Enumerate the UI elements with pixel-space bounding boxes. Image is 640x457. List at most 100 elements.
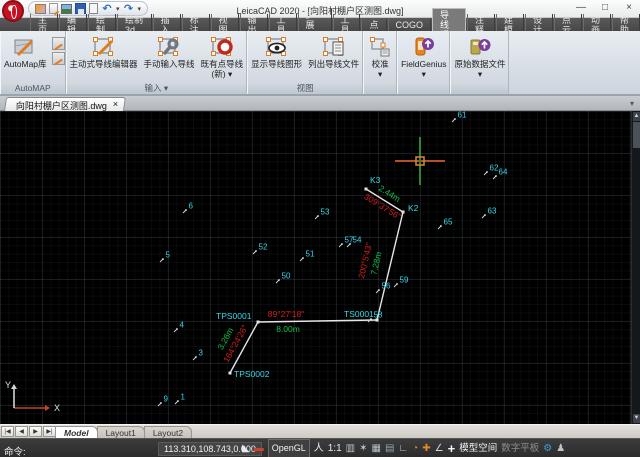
- user-icon[interactable]: ♟: [556, 440, 565, 457]
- ribbon-button-label: 主动式导线编辑器: [70, 60, 138, 70]
- point-dot: [317, 215, 319, 217]
- ribbon-button-traverse-edit[interactable]: 主动式导线编辑器: [67, 33, 141, 71]
- ribbon-minimize-icon[interactable]: ▾: [630, 99, 634, 108]
- layout-tab-model[interactable]: Model: [55, 426, 98, 438]
- ribbon-button-traverse-eye[interactable]: 显示导线图形: [248, 33, 305, 71]
- document-tab-close-icon[interactable]: ×: [113, 99, 118, 111]
- point-dot: [484, 214, 486, 216]
- ribbon-button-label: 显示导线图形: [251, 60, 302, 70]
- scroll-up-icon[interactable]: ▲: [633, 112, 640, 121]
- point-label: 53: [321, 208, 330, 217]
- traverse-node[interactable]: [257, 321, 260, 324]
- point-label: 63: [488, 207, 497, 216]
- point-label: 64: [499, 168, 508, 177]
- point-dot: [195, 356, 197, 358]
- marker-toggle-icon[interactable]: ▬: [254, 440, 264, 457]
- crosshair-icon[interactable]: +: [448, 440, 456, 457]
- ribbon-group-视图: 显示导线图形列出导线文件视图: [247, 31, 363, 94]
- model-space-label[interactable]: 模型空间: [459, 440, 497, 457]
- traverse-segment[interactable]: [377, 212, 403, 320]
- traverse-eye-icon: [264, 34, 290, 60]
- traverse-node[interactable]: [365, 188, 368, 191]
- command-prompt[interactable]: 命令:: [4, 444, 26, 457]
- annotation-scale[interactable]: 1:1: [328, 440, 342, 457]
- ribbon-button-label: 列出导线文件: [308, 60, 359, 70]
- ribbon-group-fieldgenius: FieldGenius ▾: [397, 31, 450, 94]
- ribbon-group-AutoMAP: AutoMap库 AutoMAP: [0, 31, 66, 94]
- vertical-scrollbar[interactable]: ▲ ▼: [631, 111, 640, 424]
- opengl-badge[interactable]: OpenGL: [268, 439, 310, 457]
- point-label: 6: [189, 202, 194, 211]
- ribbon-button-traverse-doc[interactable]: 列出导线文件: [305, 33, 362, 71]
- point-dot: [495, 175, 497, 177]
- app-logo-icon[interactable]: [2, 0, 24, 22]
- point-label: 50: [282, 272, 291, 281]
- ribbon-button-automap[interactable]: AutoMap库: [1, 33, 50, 71]
- minimize-button[interactable]: —: [574, 2, 588, 13]
- point-label: 65: [444, 218, 453, 227]
- traverse-ring-icon: [209, 34, 235, 60]
- time-icon[interactable]: ◔: [412, 440, 418, 457]
- ribbon-group-rawdata: 原始数据文件 ▾: [450, 31, 509, 94]
- scrollbar-thumb[interactable]: [633, 122, 640, 148]
- ucs-y-arrow-icon: [11, 384, 17, 389]
- point-dot: [176, 328, 178, 330]
- point-dot: [255, 250, 257, 252]
- ribbon-button-label: AutoMap库: [4, 60, 47, 70]
- ribbon-tab-bar: 主页编辑绘制绘制3d插入标注视图输出工具扩展工工具点COGO导线观注释建模设计点…: [0, 18, 640, 31]
- automap-small-icon[interactable]: [52, 52, 65, 65]
- ucs-y-label: Y: [5, 380, 11, 390]
- angle-annotation: 89°27'18": [268, 309, 304, 319]
- ribbon-button-label: 原始数据文件 ▾: [454, 60, 505, 79]
- ribbon-button-rawdata[interactable]: 原始数据文件 ▾: [451, 33, 508, 80]
- angle-icon[interactable]: ∠: [435, 440, 444, 457]
- traverse-node-label: TPS0002: [234, 369, 270, 379]
- draft-triangle-icon[interactable]: ◣: [242, 440, 250, 457]
- polar-icon[interactable]: ✶: [359, 440, 367, 457]
- point-label: 58: [374, 311, 383, 320]
- snap-icon[interactable]: ▥: [346, 440, 355, 457]
- ribbon-button-traverse-ring[interactable]: 既有点导线 (新) ▾: [198, 33, 247, 80]
- traverse-segment[interactable]: [258, 320, 377, 322]
- traverse-wrench-icon: [156, 34, 182, 60]
- point-label: 9: [164, 395, 169, 404]
- point-dot: [185, 209, 187, 211]
- grid-icon[interactable]: ▤: [385, 440, 394, 457]
- point-label: 3: [199, 349, 204, 358]
- automap-small-icon[interactable]: [52, 37, 65, 50]
- annotation-person-icon[interactable]: 人: [314, 440, 324, 457]
- ribbon-group-label: AutoMAP: [1, 82, 65, 94]
- automap-icon: [12, 34, 38, 60]
- document-tab[interactable]: 向阳村棚户区测图.dwg ×: [4, 97, 126, 111]
- point-dot: [177, 400, 179, 402]
- ortho-icon[interactable]: ∟: [398, 440, 408, 457]
- point-label: 54: [353, 236, 362, 245]
- drawing-canvas[interactable]: K3K2TS0001TPS0001TPS00022.44m309°37'56"2…: [0, 111, 640, 424]
- ribbon-tab-12[interactable]: COGO: [388, 19, 432, 31]
- traverse-node[interactable]: [229, 372, 232, 375]
- close-button[interactable]: ×: [622, 2, 636, 13]
- ribbon-group-label: [398, 82, 449, 94]
- layout-tab-layout2[interactable]: Layout2: [144, 426, 192, 438]
- layout-tab-layout1[interactable]: Layout1: [97, 426, 145, 438]
- layout-nav-icon[interactable]: |◀: [1, 426, 14, 437]
- ribbon-button-traverse-wrench[interactable]: 手动输入导线: [141, 33, 198, 71]
- osnap-icon[interactable]: ▦: [371, 440, 380, 457]
- tracking-icon[interactable]: ✚: [422, 440, 430, 457]
- settings-gear-icon[interactable]: ⚙: [543, 440, 552, 457]
- ribbon: AutoMap库 AutoMAP 主动式导线编辑器手动输入导线既有点导线 (新) ▾…: [0, 31, 640, 96]
- rawdata-icon: [467, 34, 493, 60]
- digitizer-label: 数字平板: [501, 440, 539, 457]
- maximize-button[interactable]: □: [598, 2, 612, 13]
- ribbon-button-calibrate[interactable]: 校准 ▾: [364, 33, 396, 80]
- point-dot: [378, 289, 380, 291]
- ribbon-group-label: [364, 82, 396, 94]
- scroll-down-icon[interactable]: ▼: [633, 414, 640, 423]
- point-label: 51: [306, 250, 315, 259]
- layout-nav-icon[interactable]: ◀: [15, 426, 28, 437]
- ribbon-tab-11[interactable]: 点: [361, 19, 386, 31]
- layout-nav-icon[interactable]: ▶: [29, 426, 42, 437]
- point-dot: [486, 171, 488, 173]
- traverse-doc-icon: [321, 34, 347, 60]
- ribbon-button-fieldgenius[interactable]: FieldGenius ▾: [398, 33, 449, 80]
